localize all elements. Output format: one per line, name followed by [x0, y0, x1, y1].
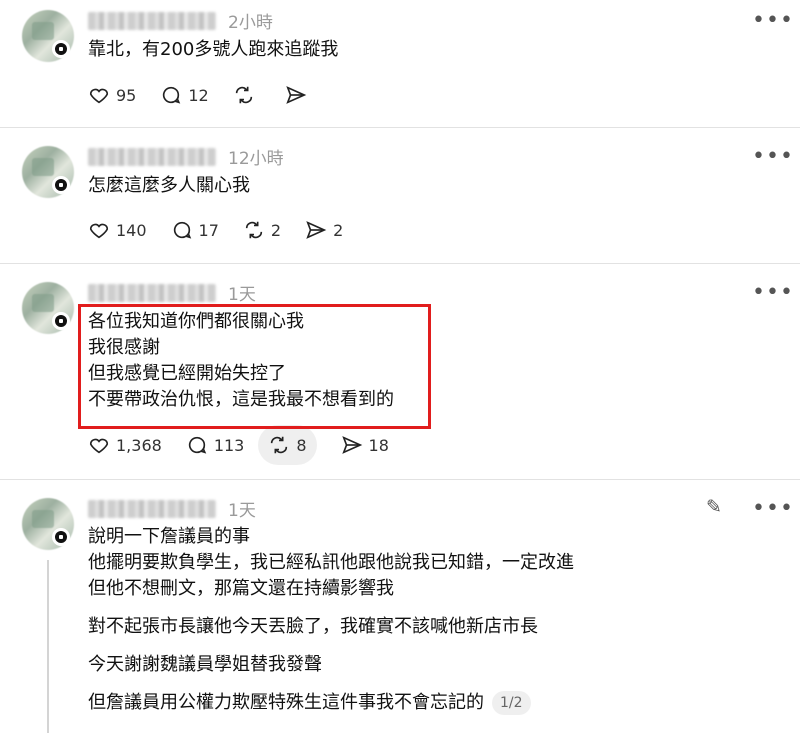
reply-button[interactable]: 12: [160, 81, 209, 109]
username[interactable]: chenuser12321: [88, 284, 216, 302]
like-count: 140: [116, 220, 147, 240]
post-time: 1天: [228, 501, 256, 521]
follow-badge-icon[interactable]: [52, 528, 70, 546]
reply-count: 17: [198, 220, 219, 240]
post-line: 靠北，有200多號人跑來追蹤我: [88, 39, 339, 60]
post-line: 對不起張市長讓他今天丟臉了，我確實不該喊他新店市長: [88, 616, 538, 637]
repost-count: 2: [270, 220, 282, 240]
reply-button[interactable]: 113: [186, 431, 245, 459]
repost-count: 8: [296, 435, 307, 455]
like-button[interactable]: 95: [88, 81, 136, 109]
repost-button[interactable]: [233, 81, 261, 109]
post-time: 1天: [228, 285, 256, 305]
send-icon: [341, 436, 362, 454]
post-time: 12小時: [228, 149, 284, 169]
username[interactable]: chenuser12321: [88, 148, 216, 166]
follow-badge-icon[interactable]: [52, 40, 70, 58]
like-button[interactable]: 140: [88, 216, 147, 244]
post-4: chenuser12321 1天 ✎ ••• 說明一下詹議員的事 他擺明要欺負學…: [0, 480, 800, 733]
more-options-icon[interactable]: •••: [752, 282, 794, 304]
post-line: 他擺明要欺負學生，我已經私訊他跟他說我已知錯，一定改進: [88, 552, 574, 573]
post-text: 怎麼這麼多人關心我: [88, 173, 250, 199]
reply-count: 12: [188, 85, 209, 105]
comment-icon: [188, 436, 207, 454]
send-icon: [306, 221, 327, 239]
share-button[interactable]: 18: [341, 431, 389, 459]
like-count: 95: [116, 85, 137, 105]
post-line: 但他不想刪文，那篇文還在持續影響我: [88, 578, 394, 599]
post-line: 怎麼這麼多人關心我: [88, 175, 250, 196]
like-count: 1,368: [116, 435, 162, 455]
pencil-icon[interactable]: ✎: [706, 496, 722, 518]
post-time: 2小時: [228, 13, 273, 33]
username[interactable]: chenuser12321: [88, 12, 216, 30]
highlight-box: [78, 304, 431, 429]
follow-badge-icon[interactable]: [52, 176, 70, 194]
heart-icon: [89, 88, 109, 104]
post-text: 說明一下詹議員的事 他擺明要欺負學生，我已經私訊他跟他說我已知錯，一定改進 但他…: [88, 524, 574, 716]
comment-icon: [173, 221, 191, 239]
share-button[interactable]: 2: [305, 216, 343, 244]
post-line: 今天謝謝魏議員學姐替我發聲: [88, 654, 322, 675]
like-button[interactable]: 1,368: [88, 431, 162, 459]
repost-button[interactable]: 8: [258, 425, 317, 465]
share-button[interactable]: [285, 81, 313, 109]
more-options-icon[interactable]: •••: [752, 10, 794, 32]
comment-icon: [163, 86, 181, 104]
username[interactable]: chenuser12321: [88, 500, 216, 518]
repost-button[interactable]: 2: [243, 216, 281, 244]
post-2: chenuser12321 12小時 ••• 怎麼這麼多人關心我 140 17 …: [0, 128, 800, 264]
post-line: 但詹議員用公權力欺壓特殊生這件事我不會忘記的: [88, 692, 484, 713]
repost-icon: [271, 436, 288, 454]
share-count: 2: [333, 220, 344, 240]
post-line: 說明一下詹議員的事: [88, 526, 250, 547]
heart-icon: [89, 438, 109, 454]
more-options-icon[interactable]: •••: [752, 498, 794, 520]
action-bar: 95 12: [88, 81, 337, 109]
post-1: chenuser12321 2小時 ••• 靠北，有200多號人跑來追蹤我 95…: [0, 0, 800, 128]
heart-icon: [89, 223, 109, 239]
post-text: 靠北，有200多號人跑來追蹤我: [88, 37, 338, 63]
action-bar: 1,368 113 8 18: [88, 425, 413, 465]
repost-icon: [245, 221, 263, 239]
thread-line: [47, 560, 49, 733]
repost-icon: [235, 86, 252, 104]
page-indicator[interactable]: 1/2: [492, 691, 531, 715]
send-icon: [286, 86, 307, 104]
action-bar: 140 17 2 2: [88, 216, 367, 244]
share-count: 18: [368, 435, 389, 455]
reply-count: 113: [213, 435, 245, 455]
reply-button[interactable]: 17: [171, 216, 219, 244]
follow-badge-icon[interactable]: [52, 312, 70, 330]
post-line-last: 但詹議員用公權力欺壓特殊生這件事我不會忘記的 1/2: [88, 690, 574, 716]
more-options-icon[interactable]: •••: [752, 146, 794, 168]
